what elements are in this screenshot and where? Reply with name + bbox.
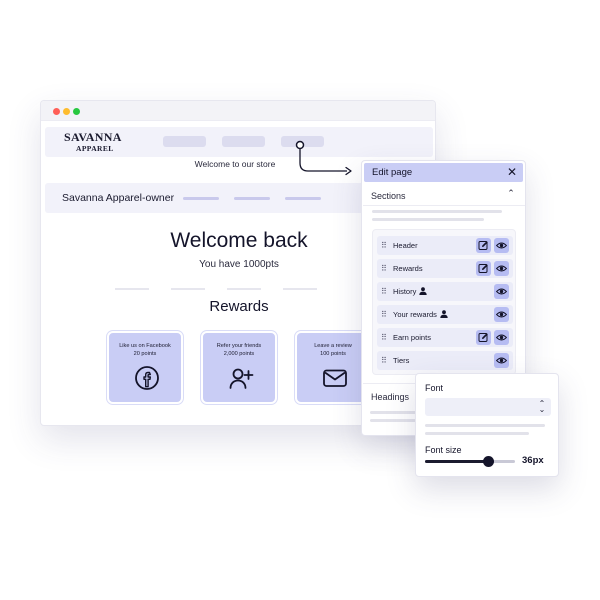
person-icon [419,287,428,295]
add-user-icon [229,368,254,389]
section-item-tiers[interactable]: ⠿ Tiers [377,351,513,370]
toggle-visibility-button[interactable] [494,261,509,276]
mail-icon [323,369,347,387]
section-item-your-rewards[interactable]: ⠿ Your rewards [377,305,513,324]
drag-handle-icon[interactable]: ⠿ [381,241,387,250]
eye-icon [496,242,507,249]
browser-title-bar [41,101,435,121]
sections-list: ⠿ Header ⠿ Rewards ⠿ History ⠿ Your rewa… [372,229,516,375]
drag-handle-icon[interactable]: ⠿ [381,333,387,342]
edit-icon [478,241,488,250]
sections-label: Sections [371,191,406,201]
placeholder-line [372,218,484,221]
toggle-visibility-button[interactable] [494,307,509,322]
placeholder-line [370,419,416,422]
edit-icon [478,333,488,342]
edit-section-button[interactable] [476,238,491,253]
facebook-icon [135,366,159,390]
edit-icon [478,264,488,273]
divider-dash-1 [115,288,149,290]
stage: SAVANNA APPAREL Welcome to our store Sav… [0,0,600,600]
font-size-slider[interactable] [425,456,515,467]
section-item-label: Your rewards [393,310,437,319]
drag-handle-icon[interactable]: ⠿ [381,287,387,296]
font-label: Font [425,383,444,393]
font-panel: Font ⌃ ⌄ Font size 36px [415,373,559,477]
section-item-label: History [393,287,417,296]
divider-dash-4 [283,288,317,290]
section-item-label: Tiers [393,356,410,365]
chevron-up-down-icon: ⌃ ⌄ [538,399,546,414]
edit-page-header: Edit page ✕ [364,163,523,182]
section-item-history[interactable]: ⠿ History [377,282,513,301]
reward-card-points: 2,000 points [223,351,255,357]
owner-bar-line-1 [183,197,219,200]
eye-icon [496,357,507,364]
reward-card-review[interactable]: Leave a review 100 points [295,331,371,404]
reward-card-refer[interactable]: Refer your friends 2,000 points [201,331,277,404]
section-item-header[interactable]: ⠿ Header [377,236,513,255]
placeholder-line [425,424,545,427]
drag-handle-icon[interactable]: ⠿ [381,310,387,319]
owner-label: Savanna Apparel-owner [62,192,175,204]
toggle-visibility-button[interactable] [494,238,509,253]
divider-dash-2 [171,288,205,290]
font-size-slider-fill [425,460,488,463]
nav-placeholder-1[interactable] [163,136,206,147]
reward-card-points: 20 points [133,351,157,357]
reward-card-title: Like us on Facebook [119,343,171,349]
section-item-label: Header [393,241,418,250]
edit-section-button[interactable] [476,261,491,276]
reward-card-facebook[interactable]: Like us on Facebook 20 points [107,331,183,404]
placeholder-line [425,432,529,435]
drag-handle-icon[interactable]: ⠿ [381,356,387,365]
reward-card-title: Refer your friends [216,343,262,349]
store-logo-subtitle: APPAREL [76,144,114,153]
welcome-banner-text: Welcome to our store [194,159,276,169]
nav-placeholder-2[interactable] [222,136,265,147]
nav-placeholder-3[interactable] [281,136,324,147]
store-header: SAVANNA APPAREL [45,127,433,157]
eye-icon [496,265,507,272]
chevron-up-icon[interactable]: ⌃ [505,188,517,200]
divider [363,205,525,206]
drag-handle-icon[interactable]: ⠿ [381,264,387,273]
section-item-label-wrap: History [393,287,428,296]
reward-card-title: Leave a review [314,343,352,349]
eye-icon [496,311,507,318]
close-icon[interactable]: ✕ [505,164,519,180]
reward-card-points: 100 points [320,351,346,357]
toggle-visibility-button[interactable] [494,353,509,368]
section-item-label: Earn points [393,333,431,342]
maximize-window-dot[interactable] [73,108,80,115]
owner-bar-line-2 [234,197,270,200]
store-logo-name: SAVANNA [64,130,122,144]
placeholder-line [370,411,420,414]
section-item-label-wrap: Your rewards [393,310,448,319]
edit-page-title: Edit page [372,167,413,178]
font-size-value: 36px [522,455,544,466]
person-icon [440,310,448,318]
section-item-earn-points[interactable]: ⠿ Earn points [377,328,513,347]
headings-label: Headings [371,392,410,402]
font-select[interactable]: ⌃ ⌄ [425,398,551,416]
section-item-label: Rewards [393,264,423,273]
toggle-visibility-button[interactable] [494,284,509,299]
eye-icon [496,334,507,341]
minimize-window-dot[interactable] [63,108,70,115]
placeholder-line [372,210,502,213]
divider-dash-3 [227,288,261,290]
font-size-slider-thumb[interactable] [483,456,494,467]
section-item-rewards[interactable]: ⠿ Rewards [377,259,513,278]
close-window-dot[interactable] [53,108,60,115]
edit-section-button[interactable] [476,330,491,345]
owner-bar-line-3 [285,197,321,200]
toggle-visibility-button[interactable] [494,330,509,345]
eye-icon [496,288,507,295]
font-size-label: Font size [425,445,462,455]
